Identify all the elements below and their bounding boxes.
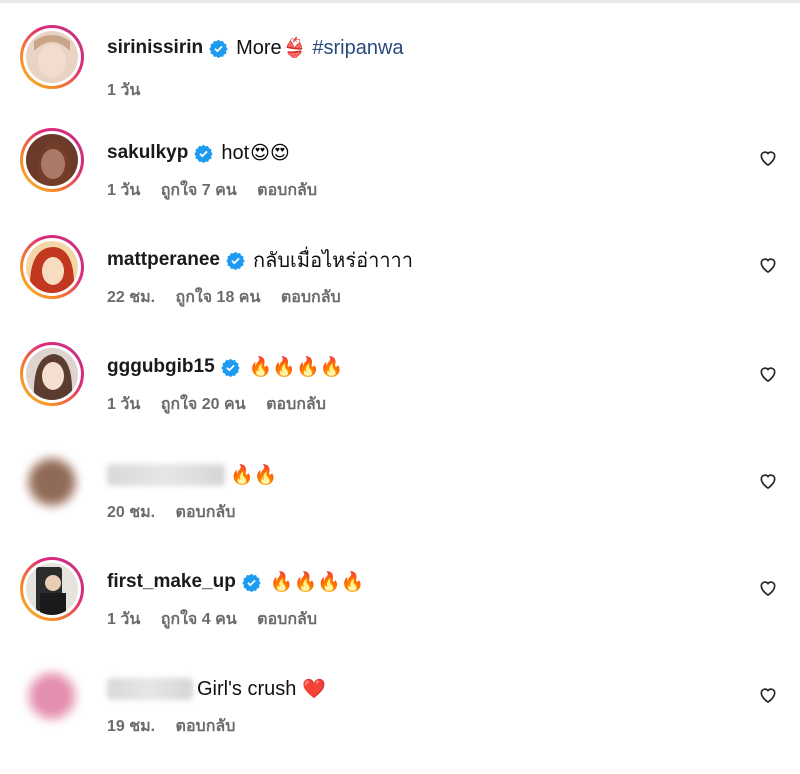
verified-badge-icon: [209, 39, 228, 58]
heart-outline-icon[interactable]: [758, 685, 778, 705]
comment-meta: 1 วัน ถูกใจ 4 คน ตอบกลับ: [107, 607, 333, 632]
username[interactable]: sirinissirin: [107, 37, 203, 59]
avatar-photo: [26, 563, 78, 615]
avatar-photo: [26, 241, 78, 293]
comment-emoji: 🔥🔥: [230, 465, 278, 486]
reply-button[interactable]: ตอบกลับ: [257, 182, 317, 199]
timestamp[interactable]: 22 ชม.: [107, 289, 155, 306]
reply-button[interactable]: ตอบกลับ: [281, 289, 341, 306]
avatar[interactable]: [20, 342, 84, 406]
likes-count[interactable]: ถูกใจ 18 คน: [176, 289, 261, 306]
avatar[interactable]: [20, 235, 84, 299]
comment-line: gggubgib15 🔥🔥🔥🔥: [107, 352, 343, 382]
avatar[interactable]: [20, 557, 84, 621]
comment-text: More: [236, 36, 282, 59]
avatar[interactable]: [20, 25, 84, 89]
likes-count[interactable]: ถูกใจ 4 คน: [161, 611, 237, 628]
comment-meta: 22 ชม. ถูกใจ 18 คน ตอบกลับ: [107, 285, 357, 310]
avatar[interactable]: [20, 128, 84, 192]
heart-outline-icon[interactable]: [758, 578, 778, 598]
timestamp[interactable]: 19 ชม.: [107, 718, 155, 735]
verified-badge-icon: [226, 251, 245, 270]
avatar-photo: [26, 456, 78, 508]
comment-item: sakulkyp hot 😍😍 1 วัน ถูกใจ 7 คน ตอบกลับ: [0, 128, 800, 238]
comment-meta: 20 ชม. ตอบกลับ: [107, 500, 251, 525]
comment-meta: 19 ชม. ตอบกลับ: [107, 714, 251, 739]
username[interactable]: first_make_up: [107, 571, 236, 593]
comment-line: first_make_up 🔥🔥🔥🔥: [107, 567, 364, 597]
comment-line: sakulkyp hot 😍😍: [107, 138, 290, 168]
heart-outline-icon[interactable]: [758, 471, 778, 491]
comment-line: Girl's crush ❤️: [107, 674, 326, 704]
timestamp[interactable]: 20 ชม.: [107, 504, 155, 521]
comment-item: gggubgib15 🔥🔥🔥🔥 1 วัน ถูกใจ 20 คน ตอบกลั…: [0, 342, 800, 452]
username[interactable]: sakulkyp: [107, 142, 188, 164]
comment-emoji: 👙: [282, 38, 307, 59]
timestamp[interactable]: 1 วัน: [107, 611, 140, 628]
username[interactable]: mattperanee: [107, 249, 220, 271]
comment-text: hot: [221, 141, 250, 164]
reply-button[interactable]: ตอบกลับ: [176, 504, 236, 521]
top-divider: [0, 0, 800, 3]
comment-item: first_make_up 🔥🔥🔥🔥 1 วัน ถูกใจ 4 คน ตอบก…: [0, 557, 800, 667]
timestamp[interactable]: 1 วัน: [107, 396, 140, 413]
reply-button[interactable]: ตอบกลับ: [266, 396, 326, 413]
verified-badge-icon: [220, 358, 240, 377]
hashtag-link[interactable]: #sripanwa: [312, 37, 403, 60]
reply-button[interactable]: ตอบกลับ: [257, 611, 317, 628]
avatar-photo: [26, 348, 78, 400]
comment-meta: 1 วัน ถูกใจ 20 คน ตอบกลับ: [107, 392, 342, 417]
avatar-photo: [26, 670, 78, 722]
avatar-photo: [26, 31, 78, 83]
comment-emoji: 🔥🔥🔥🔥: [269, 572, 365, 593]
heart-outline-icon[interactable]: [758, 364, 778, 384]
comment-emoji: 😍😍: [250, 142, 290, 164]
blurred-username[interactable]: [107, 464, 225, 486]
comment-meta: 1 วัน: [107, 78, 156, 103]
likes-count[interactable]: ถูกใจ 7 คน: [161, 182, 237, 199]
heart-outline-icon[interactable]: [758, 255, 778, 275]
blurred-username[interactable]: [107, 678, 193, 700]
comment-item: 🔥🔥 20 ชม. ตอบกลับ: [0, 456, 800, 560]
timestamp[interactable]: 1 วัน: [107, 82, 140, 99]
comment-line: sirinissirin More 👙 #sripanwa: [107, 33, 404, 63]
reply-button[interactable]: ตอบกลับ: [176, 718, 236, 735]
avatar-photo: [26, 134, 78, 186]
comment-emoji: ❤️: [302, 679, 327, 700]
avatar[interactable]: [20, 664, 84, 728]
verified-badge-icon: [242, 573, 261, 592]
likes-count[interactable]: ถูกใจ 20 คน: [161, 396, 246, 413]
heart-outline-icon[interactable]: [758, 148, 778, 168]
comment-text: กลับเมื่อไหร่อ่าาาา: [253, 250, 414, 272]
comment-line: mattperanee กลับเมื่อไหร่อ่าาาา: [107, 245, 413, 275]
comment-item: Girl's crush ❤️ 19 ชม. ตอบกลับ: [0, 670, 800, 774]
comment-text: Girl's crush: [197, 677, 297, 700]
timestamp[interactable]: 1 วัน: [107, 182, 140, 199]
comment-emoji: 🔥🔥🔥🔥: [248, 357, 344, 378]
verified-badge-icon: [194, 144, 214, 163]
comment-item: mattperanee กลับเมื่อไหร่อ่าาาา 22 ชม. ถ…: [0, 235, 800, 345]
comment-item: sirinissirin More 👙 #sripanwa 1 วัน: [0, 25, 800, 130]
comment-meta: 1 วัน ถูกใจ 7 คน ตอบกลับ: [107, 178, 333, 203]
comment-line: 🔥🔥: [107, 460, 277, 490]
avatar[interactable]: [20, 450, 84, 514]
username[interactable]: gggubgib15: [107, 356, 215, 378]
